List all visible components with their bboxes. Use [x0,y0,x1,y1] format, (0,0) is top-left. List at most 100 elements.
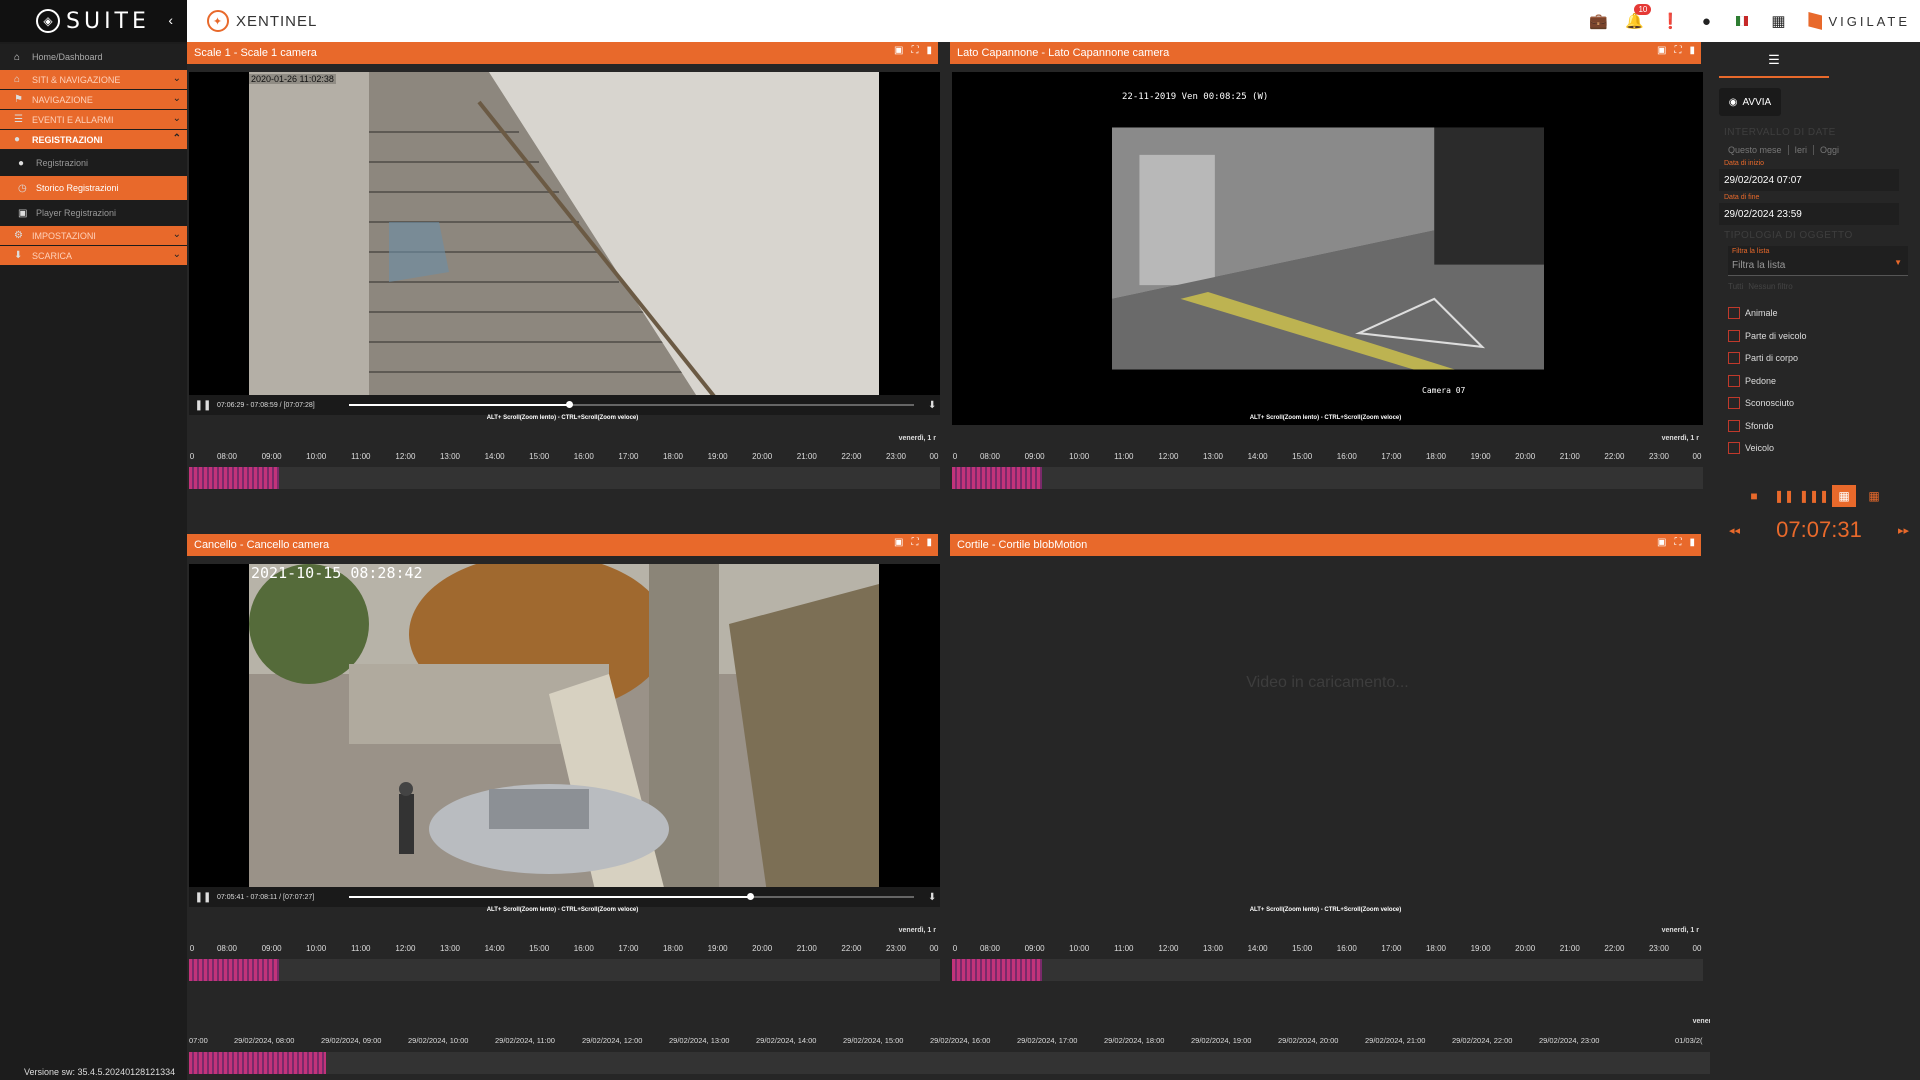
camera-panel-title: Cortile - Cortile blobMotion ▣ ⛶ ▮ [950,534,1701,556]
alert-icon[interactable]: ❗ [1652,12,1688,30]
seek-knob[interactable] [566,401,574,408]
recording-segment[interactable] [952,467,1043,489]
seek-bar[interactable] [349,401,914,408]
timeline-hour-label: 00 [929,944,939,953]
checkbox-animale[interactable]: Animale [1728,307,1778,319]
sidebar-section-siti[interactable]: ⌂ SITI & NAVIGAZIONE ⌄ [0,70,187,90]
gate-camera-image [249,564,879,907]
snapshot-icon[interactable]: ▣ [894,537,903,548]
sidebar-section-registrazioni[interactable]: ● REGISTRAZIONI ⌃ [0,130,187,150]
sidebar-item-storico[interactable]: ◷ Storico Registrazioni [0,176,187,200]
checkbox-veicolo[interactable]: Veicolo [1728,442,1774,454]
video-player[interactable]: 22-11-2019 Ven 00:08:25 (W) Camera 07 [952,72,1703,425]
checkbox-parti-di-corpo[interactable]: Parti di corpo [1728,352,1798,364]
timeline-hour-label: 09:00 [1024,452,1045,461]
start-date-field[interactable]: 29/02/2024 07:07 [1719,169,1899,191]
collapse-sidebar-icon[interactable]: ‹ [168,12,173,28]
suite-logo[interactable]: ◈ SUITE [36,9,150,34]
timeline-hour-label: 16:00 [573,452,594,461]
fullscreen-icon[interactable]: ⛶ [1674,45,1681,56]
pause-icon[interactable]: ❚❚ [189,892,217,903]
layout-1-icon[interactable]: ■ [1742,485,1766,507]
recording-segment[interactable] [189,1052,326,1074]
recording-track[interactable] [952,467,1703,489]
checkbox-box[interactable] [1728,307,1740,319]
start-button-label: AVVIA [1742,96,1772,108]
layout-6-icon[interactable]: ▦ [1862,485,1886,507]
select-none-link[interactable]: Nessun filtro [1748,282,1792,291]
fullscreen-icon[interactable]: ⛶ [1674,537,1681,548]
sidebar-section-impostazioni[interactable]: ⚙ IMPOSTAZIONI ⌄ [0,226,187,246]
recording-segment[interactable] [189,959,280,981]
snapshot-icon[interactable]: ▣ [1657,45,1666,56]
seek-bar[interactable] [349,893,914,900]
checkbox-box[interactable] [1728,442,1740,454]
checkbox-sfondo[interactable]: Sfondo [1728,420,1774,432]
playback-controls: ❚❚ 07:05:41 - 07:08:11 / [07:07:27] ⬇ [189,887,940,907]
recording-segment[interactable] [189,467,280,489]
apps-grid-icon[interactable]: ▦ [1760,12,1796,30]
pause-icon[interactable]: ❚❚ [189,400,217,411]
select-all-link[interactable]: Tutti [1728,282,1743,291]
video-player[interactable]: Video in caricamento... [952,564,1703,907]
video-player[interactable]: 2020-01-26 11:02:38 [189,72,940,415]
global-recording-track[interactable] [189,1052,1711,1074]
checkbox-box[interactable] [1728,330,1740,342]
checkbox-sconosciuto[interactable]: Sconosciuto [1728,397,1794,409]
language-flag-icon[interactable] [1724,13,1760,30]
global-timeline-tick: 29/02/2024, 23:00 [1539,1036,1600,1045]
end-date-field[interactable]: 29/02/2024 23:59 [1719,203,1899,225]
recording-segment[interactable] [952,959,1043,981]
layout-3-icon[interactable]: ❚❚❚ [1799,485,1829,507]
fullscreen-icon[interactable]: ⛶ [911,45,918,56]
header-icons: 💼 🔔 10 ❗ ● ▦ VIGILATE [1580,0,1920,42]
fullscreen-icon[interactable]: ⛶ [911,537,918,548]
rewind-icon[interactable]: ◂◂ [1729,524,1740,537]
layout-4-icon[interactable]: ▦ [1832,485,1856,507]
video-player[interactable]: 2021-10-15 08:28:42 [189,564,940,907]
filter-tab[interactable]: ☰ [1719,42,1829,78]
sidebar-section-scarica[interactable]: ⬇ SCARICA ⌄ [0,246,187,266]
briefcase-icon[interactable]: 💼 [1580,12,1616,30]
checkbox-pedone[interactable]: Pedone [1728,375,1776,387]
snapshot-icon[interactable]: ▣ [1657,537,1666,548]
recording-track[interactable] [189,959,940,981]
start-button[interactable]: ◉ AVVIA [1719,88,1781,116]
timeline-hour-label: 13:00 [1202,944,1224,953]
checkbox-box[interactable] [1728,352,1740,364]
delete-icon[interactable]: ▮ [1689,45,1695,56]
filter-list-select[interactable]: Filtra la lista Filtra la lista ▼ [1728,246,1908,276]
download-icon[interactable]: ⬇ [928,400,936,411]
timeline-hour-label: 16:00 [1336,944,1357,953]
layout-2-icon[interactable]: ❚❚ [1772,485,1796,507]
brand[interactable]: ✦ XENTINEL [207,10,317,32]
delete-icon[interactable]: ▮ [926,537,932,548]
snapshot-icon[interactable]: ▣ [894,45,903,56]
quick-today[interactable]: Oggi [1813,145,1839,155]
timeline-hour-label: 12:00 [1158,452,1179,461]
alert-list-icon: ☰ [14,114,23,125]
recording-track[interactable] [189,467,940,489]
checkbox-box[interactable] [1728,397,1740,409]
checkbox-box[interactable] [1728,375,1740,387]
fast-forward-icon[interactable]: ▸▸ [1898,524,1909,537]
video-timestamp: 2020-01-26 11:02:38 [249,74,336,84]
checkbox-label: Pedone [1745,376,1777,386]
quick-yesterday[interactable]: Ieri [1787,145,1807,155]
user-account-icon[interactable]: ● [1688,13,1724,30]
download-icon[interactable]: ⬇ [928,892,936,903]
timeline-hour-label: 09:00 [261,452,282,461]
seek-knob[interactable] [747,893,755,900]
notifications-bell-icon[interactable]: 🔔 10 [1616,4,1652,30]
sidebar-section-eventi[interactable]: ☰ EVENTI E ALLARMI ⌄ [0,110,187,130]
checkbox-parte-di-veicolo[interactable]: Parte di veicolo [1728,330,1807,342]
sidebar-item-registrazioni[interactable]: ● Registrazioni [0,150,187,176]
delete-icon[interactable]: ▮ [926,45,932,56]
delete-icon[interactable]: ▮ [1689,537,1695,548]
sidebar-item-home[interactable]: ⌂ Home/Dashboard [0,44,187,70]
sidebar-item-player[interactable]: ▣ Player Registrazioni [0,200,187,226]
sidebar-section-navigazione[interactable]: ⚑ NAVIGAZIONE ⌄ [0,90,187,110]
checkbox-box[interactable] [1728,420,1740,432]
quick-this-month[interactable]: Questo mese [1728,145,1782,155]
recording-track[interactable] [952,959,1703,981]
